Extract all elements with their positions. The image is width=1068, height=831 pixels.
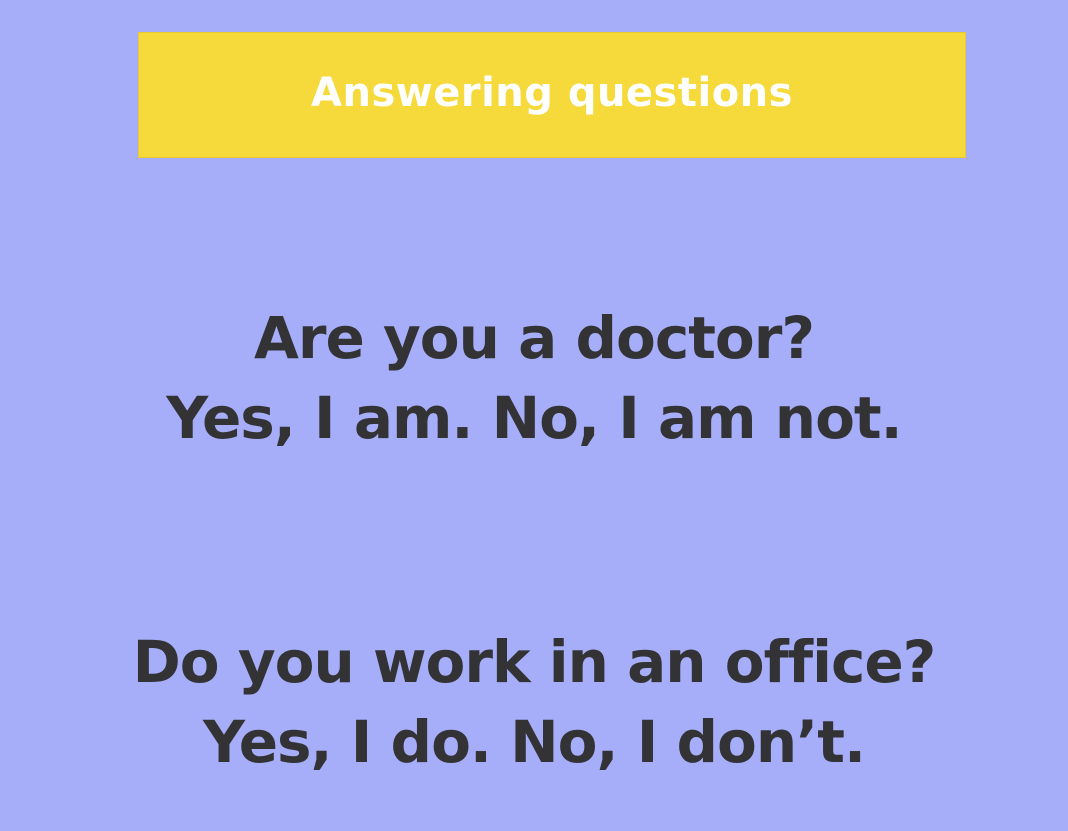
answer-1: Yes, I am. No, I am not. (166, 384, 902, 452)
question-2: Do you work in an office? (132, 628, 937, 696)
qa-block-2: Do you work in an office? Yes, I do. No,… (0, 622, 1068, 782)
answer-2: Yes, I do. No, I don’t. (203, 708, 866, 776)
qa-block-1: Are you a doctor? Yes, I am. No, I am no… (0, 298, 1068, 458)
slide-title: Answering questions (311, 70, 793, 116)
title-banner: Answering questions (138, 32, 966, 158)
question-1: Are you a doctor? (253, 304, 815, 372)
